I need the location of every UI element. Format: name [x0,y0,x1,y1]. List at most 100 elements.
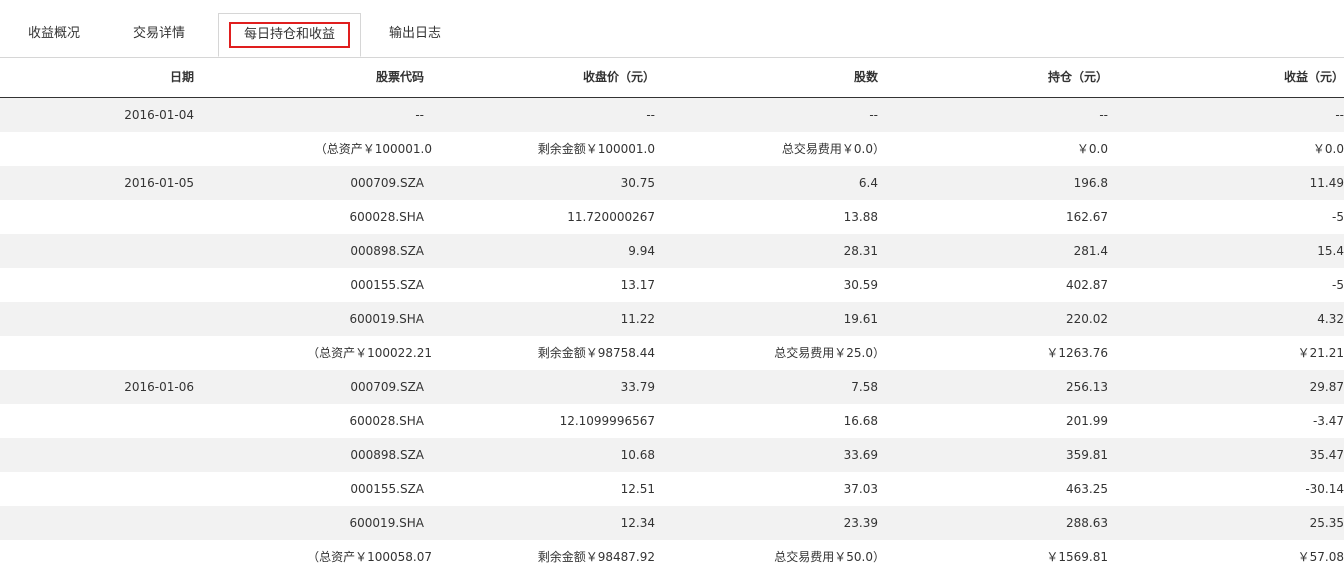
close-price-cell: 33.79 [620,380,655,394]
position-cell: -- [1099,108,1108,122]
profit-cell: -3.47 [1312,414,1344,428]
shares-cell: 6.4 [858,176,878,190]
stock-code-cell: （总资产￥100022.21 [307,346,432,360]
position-cell: ￥0.0 [1076,142,1108,156]
stock-code-cell: 600028.SHA [349,414,424,428]
stock-code-cell: 000155.SZA [350,482,424,496]
close-price-cell: 10.68 [620,448,655,462]
shares-cell: 总交易费用￥25.0） [774,346,885,360]
table-row: 600019.SHA 12.34 23.39 288.63 25.35 [0,506,1344,540]
summary-row: （总资产￥100022.21 剩余金额￥98758.44 总交易费用￥25.0） ￥1… [0,336,1344,370]
table-row: 000155.SZA 13.17 30.59 402.87 -5 [0,268,1344,302]
profit-cell: -5 [1332,210,1344,224]
column-header-shares[interactable]: 股数 [854,58,878,97]
tab-bar: 收益概况 交易详情 每日持仓和收益 输出日志 [0,0,1344,58]
tab-daily-positions[interactable]: 每日持仓和收益 [218,13,361,57]
position-cell: 402.87 [1066,278,1108,292]
shares-cell: 13.88 [843,210,878,224]
date-cell: 2016-01-06 [124,380,194,394]
shares-cell: 7.58 [851,380,878,394]
column-header-stock-code[interactable]: 股票代码 [376,58,424,97]
column-header-date[interactable]: 日期 [170,58,194,97]
stock-code-cell: 000898.SZA [350,448,424,462]
tab-trade-details[interactable]: 交易详情 [133,12,193,56]
stock-code-cell: 000898.SZA [350,244,424,258]
position-cell: 196.8 [1073,176,1108,190]
position-cell: 256.13 [1066,380,1108,394]
profit-cell: 35.47 [1309,448,1344,462]
stock-code-cell: 000155.SZA [350,278,424,292]
stock-code-cell: -- [415,108,424,122]
table-row: 600028.SHA 12.1099996567 16.68 201.99 -3.47 [0,404,1344,438]
close-price-cell: 剩余金额￥100001.0 [537,142,655,156]
position-cell: 463.25 [1066,482,1108,496]
date-cell: 2016-01-05 [124,176,194,190]
shares-cell: 总交易费用￥50.0） [774,550,885,564]
profit-cell: ￥21.21 [1297,346,1344,360]
shares-cell: 总交易费用￥0.0） [781,142,885,156]
tab-profit-overview[interactable]: 收益概况 [28,12,88,56]
close-price-cell: 9.94 [628,244,655,258]
close-price-cell: 剩余金额￥98758.44 [537,346,655,360]
position-cell: 201.99 [1066,414,1108,428]
shares-cell: 30.59 [843,278,878,292]
shares-cell: 37.03 [843,482,878,496]
position-cell: ￥1263.76 [1046,346,1108,360]
profit-cell: -30.14 [1305,482,1344,496]
profit-cell: 29.87 [1309,380,1344,394]
stock-code-cell: 600019.SHA [349,516,424,530]
stock-code-cell: 000709.SZA [350,176,424,190]
shares-cell: 16.68 [843,414,878,428]
summary-row: （总资产￥100001.0 剩余金额￥100001.0 总交易费用￥0.0） ￥0.0… [0,132,1344,166]
position-cell: 359.81 [1066,448,1108,462]
table-row: 2016-01-04 -- -- -- -- -- [0,98,1344,132]
profit-cell: -5 [1332,278,1344,292]
close-price-cell: 30.75 [620,176,655,190]
shares-cell: 33.69 [843,448,878,462]
profit-cell: 4.32 [1317,312,1344,326]
close-price-cell: 12.34 [620,516,655,530]
profit-cell: -- [1335,108,1344,122]
position-cell: 288.63 [1066,516,1108,530]
position-cell: 220.02 [1066,312,1108,326]
column-header-position[interactable]: 持仓（元） [1048,58,1108,97]
profit-cell: 25.35 [1309,516,1344,530]
tab-daily-positions-label: 每日持仓和收益 [229,22,350,48]
summary-row: （总资产￥100058.07 剩余金额￥98487.92 总交易费用￥50.0） ￥1… [0,540,1344,574]
stock-code-cell: 600028.SHA [349,210,424,224]
date-cell: 2016-01-04 [124,108,194,122]
stock-code-cell: （总资产￥100058.07 [307,550,432,564]
profit-cell: 11.49 [1309,176,1344,190]
table-row: 000898.SZA 9.94 28.31 281.4 15.4 [0,234,1344,268]
shares-cell: 23.39 [843,516,878,530]
close-price-cell: -- [646,108,655,122]
profit-cell: ￥57.08 [1297,550,1344,564]
profit-cell: 15.4 [1317,244,1344,258]
position-cell: ￥1569.81 [1046,550,1108,564]
column-header-profit[interactable]: 收益（元） [1284,58,1344,97]
position-cell: 162.67 [1066,210,1108,224]
stock-code-cell: （总资产￥100001.0 [314,142,432,156]
close-price-cell: 12.51 [620,482,655,496]
table-row: 600019.SHA 11.22 19.61 220.02 4.32 [0,302,1344,336]
close-price-cell: 11.720000267 [567,210,655,224]
shares-cell: 19.61 [843,312,878,326]
tab-output-log[interactable]: 输出日志 [389,12,449,56]
position-cell: 281.4 [1073,244,1108,258]
shares-cell: -- [869,108,878,122]
profit-cell: ￥0.0 [1312,142,1344,156]
table-body: 2016-01-04 -- -- -- -- -- （总资产￥100001.0 剩余金额￥10… [0,98,1344,574]
close-price-cell: 13.17 [620,278,655,292]
table-row: 2016-01-06 000709.SZA 33.79 7.58 256.13 29.87 [0,370,1344,404]
table-row: 000898.SZA 10.68 33.69 359.81 35.47 [0,438,1344,472]
shares-cell: 28.31 [843,244,878,258]
close-price-cell: 12.1099996567 [559,414,655,428]
stock-code-cell: 600019.SHA [349,312,424,326]
table-row: 2016-01-05 000709.SZA 30.75 6.4 196.8 11.49 [0,166,1344,200]
close-price-cell: 11.22 [620,312,655,326]
table-row: 600028.SHA 11.720000267 13.88 162.67 -5 [0,200,1344,234]
close-price-cell: 剩余金额￥98487.92 [537,550,655,564]
table-header: 日期 股票代码 收盘价（元） 股数 持仓（元） 收益（元） [0,58,1344,98]
table-row: 000155.SZA 12.51 37.03 463.25 -30.14 [0,472,1344,506]
column-header-close-price[interactable]: 收盘价（元） [583,58,655,97]
